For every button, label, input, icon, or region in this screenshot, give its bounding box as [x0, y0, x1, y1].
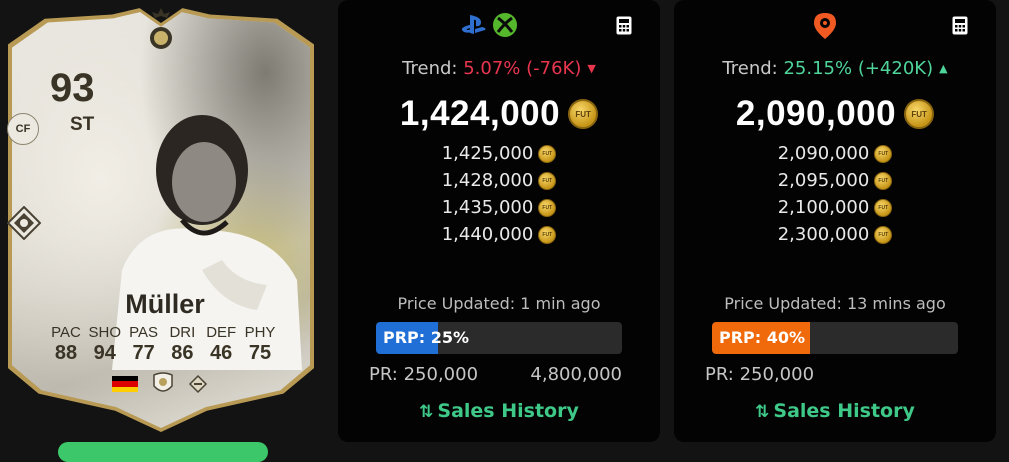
sales-history-link[interactable]: ⇅ Sales History: [338, 400, 660, 422]
germany-flag-icon: [112, 376, 138, 392]
prp-label: PRP: 40%: [719, 328, 806, 347]
stat-label: DEF: [206, 324, 237, 341]
stat-value: 46: [210, 342, 233, 364]
icon-emblem: [150, 8, 172, 49]
listing-price: 1,440,000: [441, 224, 534, 245]
prp-label: PRP: 25%: [383, 328, 470, 347]
listing-price: 2,095,000: [777, 170, 870, 191]
stat-label: PHY: [244, 324, 276, 341]
coin-icon: FUT: [874, 198, 893, 217]
stat-value: 86: [171, 342, 194, 364]
price-range: PR: 250,000 4,800,000: [369, 364, 622, 385]
stat-pac: PAC 88: [47, 324, 85, 365]
stat-pas: PAS 77: [125, 324, 163, 365]
listing-price: 2,090,000: [777, 143, 870, 164]
price-updated-text: Price Updated: 1 min ago: [397, 294, 601, 313]
lowest-price-value: 1,424,000: [399, 94, 561, 133]
icons-league-icon: [153, 372, 173, 392]
price-listings: 2,090,000 FUT 2,095,000 FUT 2,100,000 FU…: [674, 140, 996, 248]
stat-value: 77: [132, 342, 155, 364]
stat-block: PAC 88 SHO 94 PAS 77 DRI 86 DEF 46 PHY 7…: [47, 324, 279, 365]
stat-def: DEF 46: [202, 324, 240, 365]
price-range-min: PR: 250,000: [705, 364, 815, 385]
price-range-min: PR: 250,000: [369, 364, 479, 385]
trend-value: 25.15% (+420K): [783, 58, 934, 79]
list-item: 2,090,000 FUT: [674, 140, 996, 167]
stat-label: SHO: [88, 324, 122, 341]
trend-value: 5.07% (-76K): [463, 58, 582, 79]
list-item: 1,440,000 FUT: [338, 221, 660, 248]
stat-sho: SHO 94: [86, 324, 124, 365]
stat-label: PAC: [51, 324, 81, 341]
card-badges: [112, 372, 208, 396]
sales-history-label: Sales History: [437, 400, 579, 422]
list-item: 2,095,000 FUT: [674, 167, 996, 194]
xbox-icon: [493, 13, 517, 37]
lowest-price: 2,090,000 FUT: [674, 94, 996, 134]
list-item: 2,300,000 FUT: [674, 221, 996, 248]
lowest-price: 1,424,000 FUT: [338, 94, 660, 134]
pc-price-panel: Trend: 25.15% (+420K) ▲ 2,090,000 FUT 2,0…: [674, 0, 996, 442]
listing-price: 1,428,000: [441, 170, 534, 191]
prp-progress-bar: PRP: 40%: [712, 322, 958, 354]
sales-history-label: Sales History: [773, 400, 915, 422]
coin-icon: FUT: [568, 99, 599, 129]
calculator-icon[interactable]: [952, 16, 968, 35]
price-range-max: 4,800,000: [530, 364, 622, 385]
listing-price: 1,425,000: [441, 143, 534, 164]
stat-value: 75: [248, 342, 272, 364]
coin-icon: FUT: [904, 99, 935, 129]
sort-arrows-icon: ⇅: [755, 402, 770, 422]
coin-icon: FUT: [538, 225, 557, 244]
coin-icon: FUT: [538, 198, 557, 217]
stat-label: PAS: [129, 324, 159, 341]
listing-price: 2,100,000: [777, 197, 870, 218]
console-price-panel: Trend: 5.07% (-76K) ▼ 1,424,000 FUT 1,425…: [338, 0, 660, 442]
listing-price: 2,300,000: [777, 224, 870, 245]
price-listings: 1,425,000 FUT 1,428,000 FUT 1,435,000 FU…: [338, 140, 660, 248]
icons-club-icon: [188, 374, 208, 394]
action-button[interactable]: [58, 442, 268, 462]
stat-value: 88: [54, 342, 78, 364]
playstation-icon: [461, 15, 486, 34]
origin-icon: [814, 13, 836, 39]
list-item: 1,425,000 FUT: [338, 140, 660, 167]
stat-label: DRI: [169, 324, 196, 341]
coin-icon: FUT: [874, 171, 893, 190]
price-trend: Trend: 25.15% (+420K) ▲: [674, 58, 996, 79]
player-position: ST: [70, 114, 95, 135]
player-name: Müller: [125, 289, 205, 319]
listing-price: 1,435,000: [441, 197, 534, 218]
price-trend: Trend: 5.07% (-76K) ▼: [338, 58, 660, 79]
player-card[interactable]: 93 ST CF Müller PAC 88 SHO 94 PAS 77 DRI…: [0, 0, 330, 462]
stat-dri: DRI 86: [163, 324, 201, 365]
platform-icons: [812, 12, 838, 40]
list-item: 2,100,000 FUT: [674, 194, 996, 221]
trend-label: Trend:: [722, 58, 778, 79]
player-rating: 93: [50, 66, 95, 110]
playstyle-icon: [7, 206, 41, 240]
price-updated-text: Price Updated: 13 mins ago: [724, 294, 946, 313]
sort-arrows-icon: ⇅: [419, 402, 434, 422]
platform-icons: [461, 12, 518, 38]
coin-icon: FUT: [874, 144, 893, 163]
lowest-price-value: 2,090,000: [735, 94, 897, 133]
calculator-icon[interactable]: [616, 16, 632, 35]
coin-icon: FUT: [874, 225, 893, 244]
price-range: PR: 250,000: [705, 364, 958, 385]
list-item: 1,428,000 FUT: [338, 167, 660, 194]
coin-icon: FUT: [538, 171, 557, 190]
prp-progress-bar: PRP: 25%: [376, 322, 622, 354]
coin-icon: FUT: [538, 144, 557, 163]
trend-label: Trend:: [402, 58, 458, 79]
trend-down-arrow-icon: ▼: [587, 62, 596, 75]
list-item: 1,435,000 FUT: [338, 194, 660, 221]
sales-history-link[interactable]: ⇅ Sales History: [674, 400, 996, 422]
stat-value: 94: [93, 342, 116, 364]
stat-phy: PHY 75: [241, 324, 279, 365]
alt-position-badge: CF: [7, 113, 39, 145]
trend-up-arrow-icon: ▲: [939, 62, 948, 75]
